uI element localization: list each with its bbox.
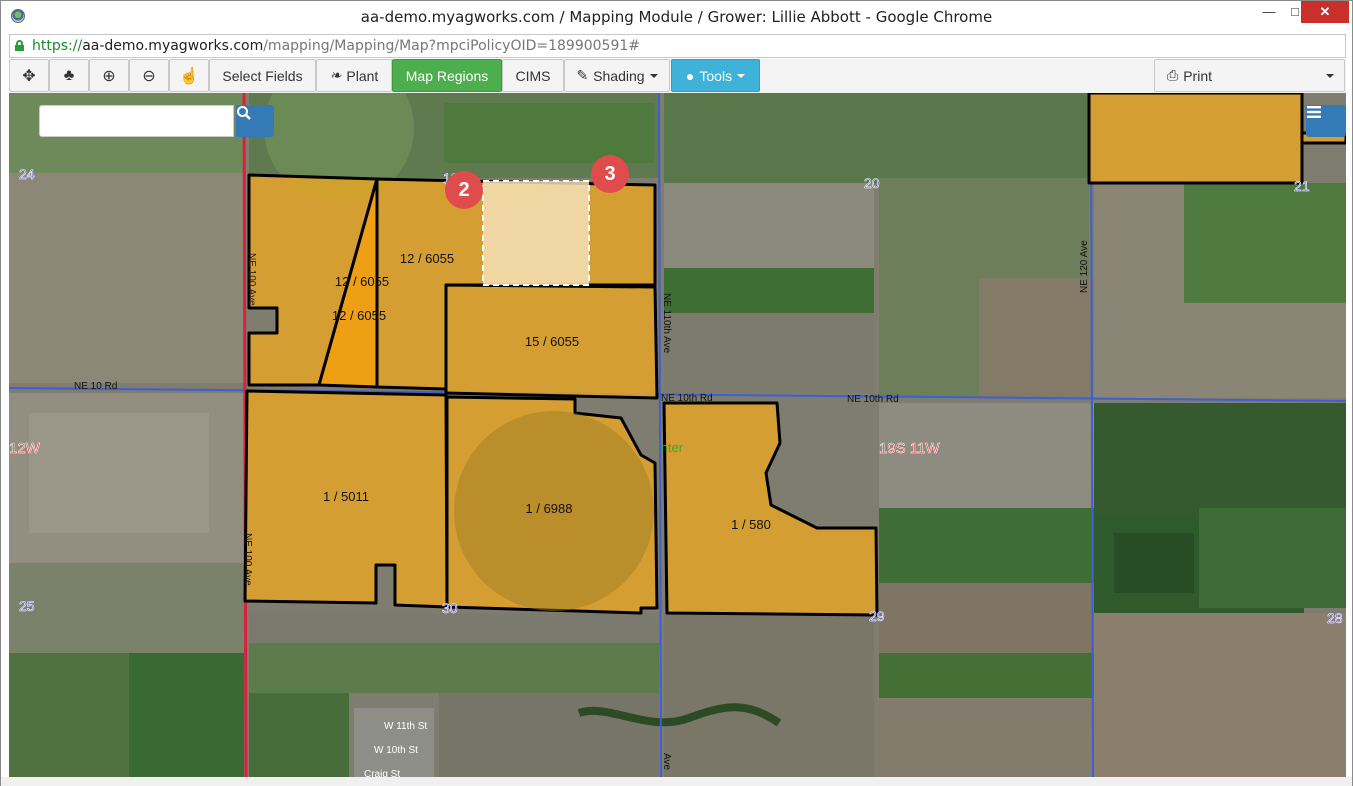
- print-dropdown[interactable]: ⎙ Print: [1154, 59, 1345, 92]
- url-path: /mapping/Mapping/Map?mpciPolicyOID=18990…: [263, 38, 641, 54]
- window-title: aa-demo.myagworks.com / Mapping Module /…: [360, 8, 993, 26]
- cims-button[interactable]: CIMS: [502, 59, 564, 92]
- road-label: NE 100 Ave: [242, 533, 253, 586]
- map-regions-button[interactable]: Map Regions: [392, 59, 502, 92]
- section-number: 21: [1294, 178, 1310, 194]
- field-label: 15 / 6055: [525, 334, 579, 349]
- township-label: 12W: [9, 440, 41, 457]
- drawn-region-highlight[interactable]: [482, 180, 590, 286]
- shading-dropdown[interactable]: ✎ Shading: [564, 59, 670, 92]
- zoom-in-button[interactable]: ⊕: [89, 59, 129, 92]
- pan-hand-icon: ☝: [179, 67, 199, 85]
- shading-label: Shading: [593, 67, 645, 84]
- field-label: 12 / 6055: [332, 308, 386, 323]
- field-top-right[interactable]: [1087, 93, 1304, 185]
- search-icon: [237, 106, 251, 120]
- satellite-map[interactable]: 12 / 6055 12 / 6055 12 / 6055 15 / 6055 …: [9, 93, 1346, 777]
- browser-window: aa-demo.myagworks.com / Mapping Module /…: [0, 0, 1353, 786]
- cims-label: CIMS: [515, 67, 551, 84]
- zoom-out-button[interactable]: ⊖: [129, 59, 169, 92]
- zoom-in-icon: ⊕: [102, 67, 116, 85]
- tree-icon: ♣: [63, 66, 75, 84]
- move-button[interactable]: ✥: [9, 59, 49, 92]
- pencil-icon: ✎: [576, 67, 589, 83]
- section-number: 25: [19, 598, 35, 614]
- step-badge-2: 2: [445, 171, 483, 209]
- field-label: 12 / 6055: [335, 274, 389, 289]
- township-label: 19S 11W: [879, 440, 940, 457]
- field-label: 1 / 5011: [323, 489, 369, 504]
- url-host: aa-demo.myagworks.com: [82, 38, 264, 54]
- town-label: Enter: [652, 440, 684, 455]
- title-bar: aa-demo.myagworks.com / Mapping Module /…: [1, 1, 1352, 33]
- road-label: W 11th St: [384, 721, 427, 732]
- chevron-down-icon: [649, 73, 658, 78]
- section-number: 30: [442, 600, 458, 616]
- leaf-icon: ❧: [329, 67, 342, 83]
- road-label: NE 10th Rd: [661, 393, 713, 404]
- map-canvas[interactable]: 12 / 6055 12 / 6055 12 / 6055 15 / 6055 …: [9, 93, 1346, 777]
- field-label: 1 / 6988: [526, 501, 573, 516]
- minimize-button[interactable]: —: [1255, 1, 1283, 23]
- lightbulb-icon: ●: [685, 67, 695, 84]
- road-label: Craig St: [364, 769, 400, 777]
- section-number: 29: [869, 608, 885, 624]
- road-label: NE 110th Ave: [661, 293, 672, 354]
- road-label: W 10th St: [374, 745, 418, 756]
- field-label: 1 / 580: [731, 517, 771, 532]
- map-search-input[interactable]: [39, 105, 234, 137]
- pan-button[interactable]: ☝: [169, 59, 209, 92]
- url-text[interactable]: https://aa-demo.myagworks.com/mapping/Ma…: [32, 38, 640, 54]
- section-number: 28: [1327, 610, 1343, 626]
- map-toolbar: ✥ ♣ ⊕ ⊖ ☝ Select Fields ❧ Plant Map Regio…: [9, 59, 1346, 93]
- road-label: NE 100 Ave: [246, 253, 257, 306]
- zoom-out-icon: ⊖: [142, 67, 156, 85]
- tools-label: Tools: [699, 67, 733, 84]
- move-icon: ✥: [22, 67, 36, 85]
- road-label: Ave: [661, 753, 672, 770]
- map-search-button[interactable]: [236, 105, 274, 137]
- close-button[interactable]: ✕: [1301, 1, 1349, 23]
- section-number: 20: [864, 175, 880, 191]
- field-label: 12 / 6055: [400, 251, 454, 266]
- step-badge-3: 3: [591, 155, 629, 193]
- map-regions-label: Map Regions: [405, 67, 489, 84]
- tools-dropdown[interactable]: ● Tools: [671, 59, 760, 92]
- printer-icon: ⎙: [1167, 67, 1179, 83]
- lock-icon: [15, 40, 24, 51]
- section-number: 24: [19, 166, 35, 182]
- select-fields-button[interactable]: Select Fields: [209, 59, 316, 92]
- chevron-down-icon: [1326, 74, 1334, 78]
- select-fields-label: Select Fields: [222, 67, 303, 84]
- url-scheme: https://: [32, 38, 83, 54]
- list-icon: [1307, 106, 1321, 118]
- chevron-down-icon: [737, 73, 746, 78]
- layers-menu-button[interactable]: [1306, 105, 1346, 137]
- road-label: NE 10 Rd: [74, 381, 117, 392]
- print-label: Print: [1183, 67, 1212, 84]
- plant-label: Plant: [346, 67, 379, 84]
- plant-button[interactable]: ❧ Plant: [316, 59, 392, 92]
- plant-tree-button[interactable]: ♣: [49, 59, 89, 92]
- address-bar[interactable]: https://aa-demo.myagworks.com/mapping/Ma…: [9, 34, 1346, 58]
- window-bottom-border: [1, 777, 1352, 786]
- road-label: NE 10th Rd: [847, 394, 899, 405]
- road-label: NE 120 Ave: [1079, 240, 1090, 293]
